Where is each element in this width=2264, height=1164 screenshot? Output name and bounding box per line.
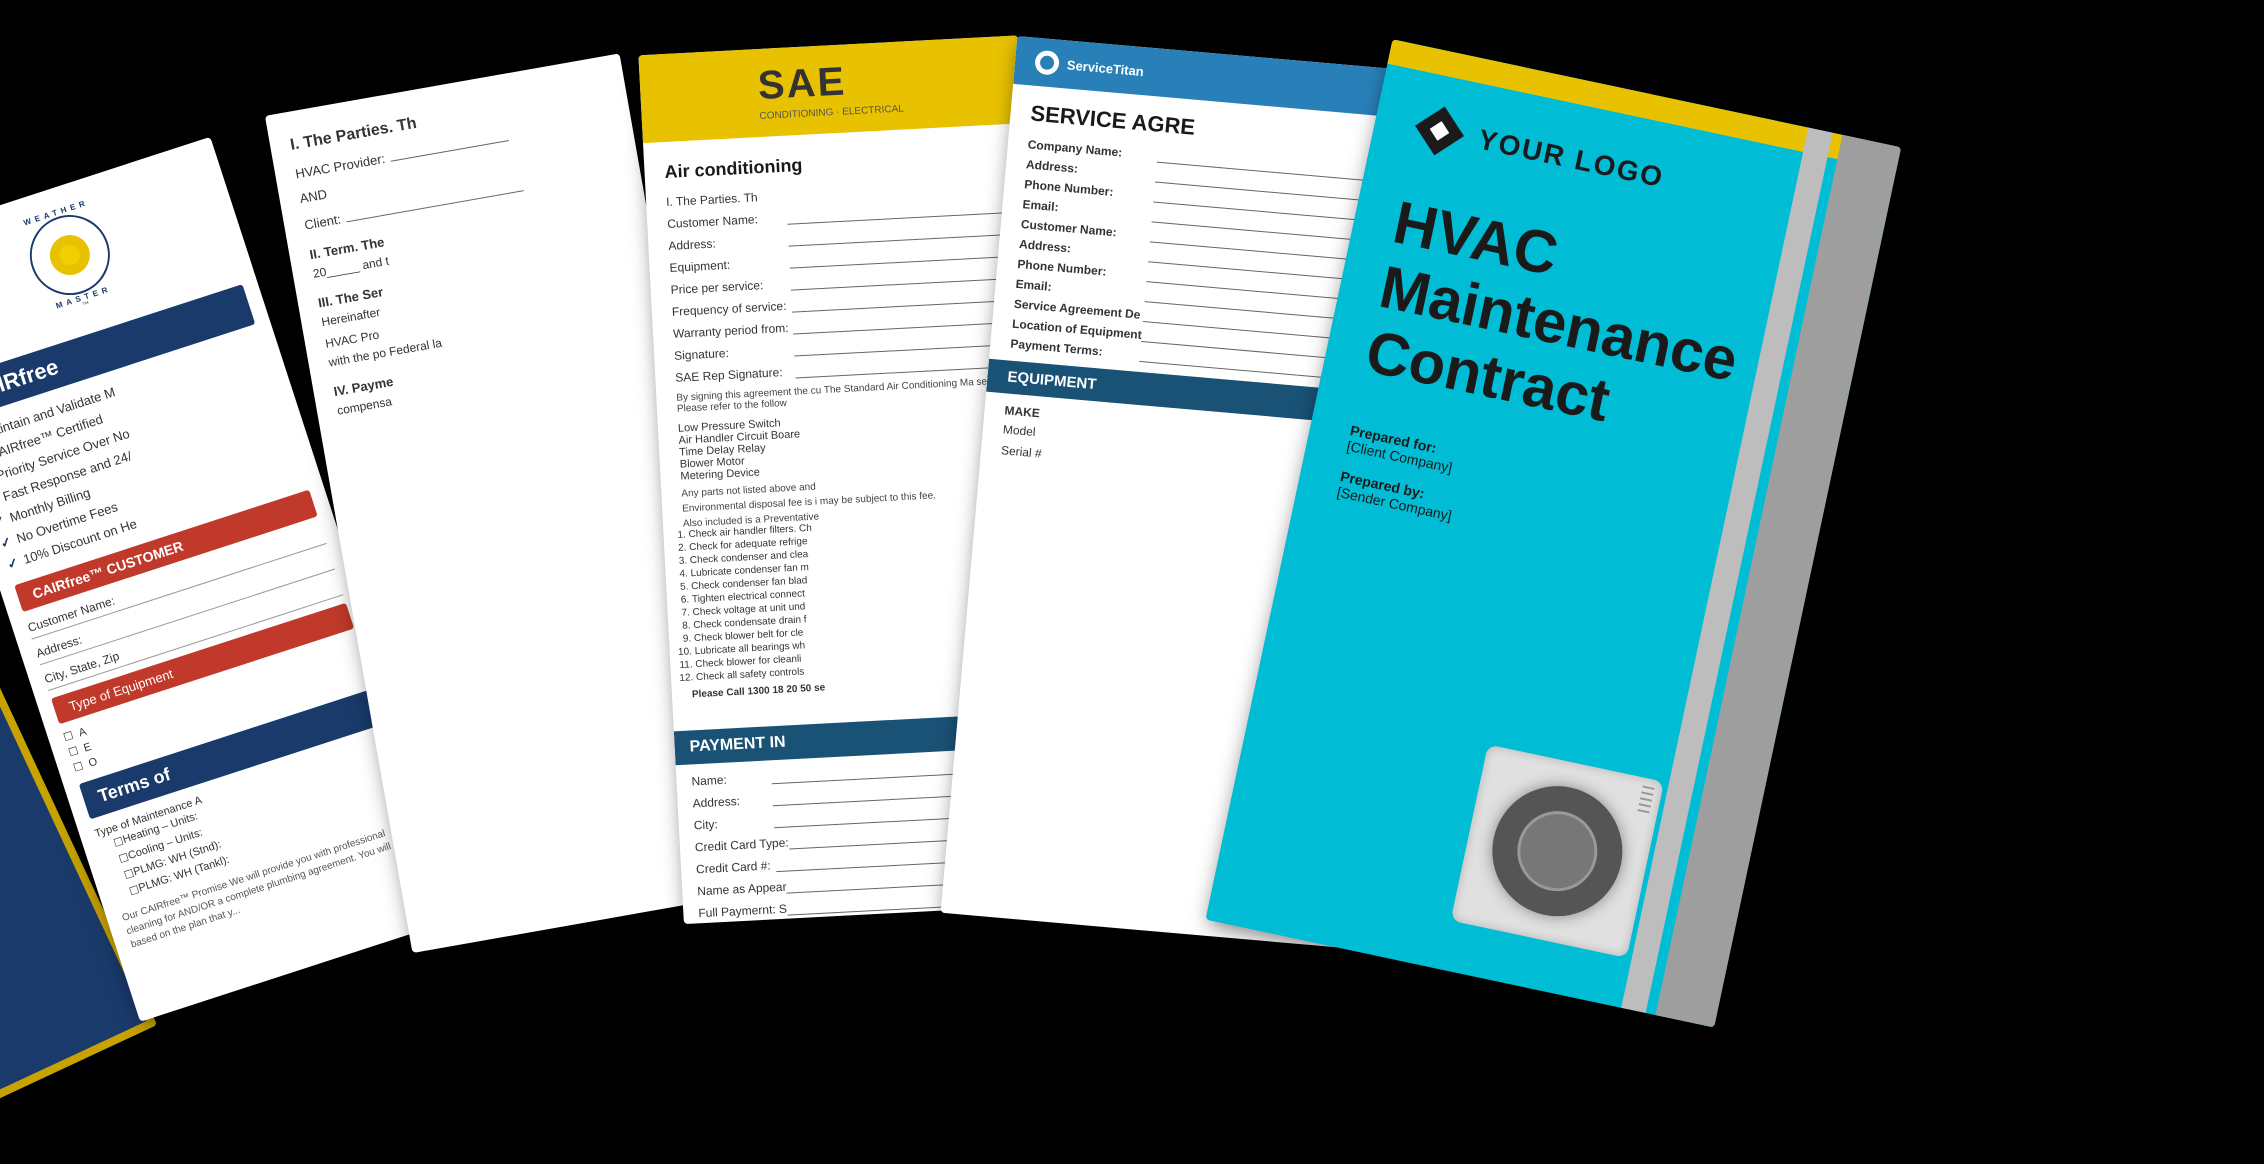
tm-label: ™ [82,301,91,310]
sae-components: Low Pressure Switch Air Handler Circuit … [678,405,1021,483]
sae-main-title: Air conditioning [664,144,1005,183]
col-make: MAKE [1004,403,1040,420]
ac-fan [1480,774,1634,928]
checkmark: ✓ [5,554,20,573]
ac-grill [1637,786,1654,814]
sae-logo: SAE [757,57,904,109]
checkmark: ✓ [0,534,14,553]
ac-fan-inner [1510,804,1605,899]
st-logo-circle [1034,50,1060,76]
your-logo-text: YOUR LOGO [1475,124,1667,195]
checkmark: ✓ [0,513,7,532]
weathermaster-logo: WEATHER MASTER ™ [7,193,133,319]
logo-diamond-icon [1410,101,1469,160]
main-scene: HV Installa WEATHER MASTER [0,0,2264,1164]
ac-body [1451,744,1664,957]
st-brand: ServiceTitan [1066,57,1144,79]
ac-unit-image [1446,744,1683,981]
